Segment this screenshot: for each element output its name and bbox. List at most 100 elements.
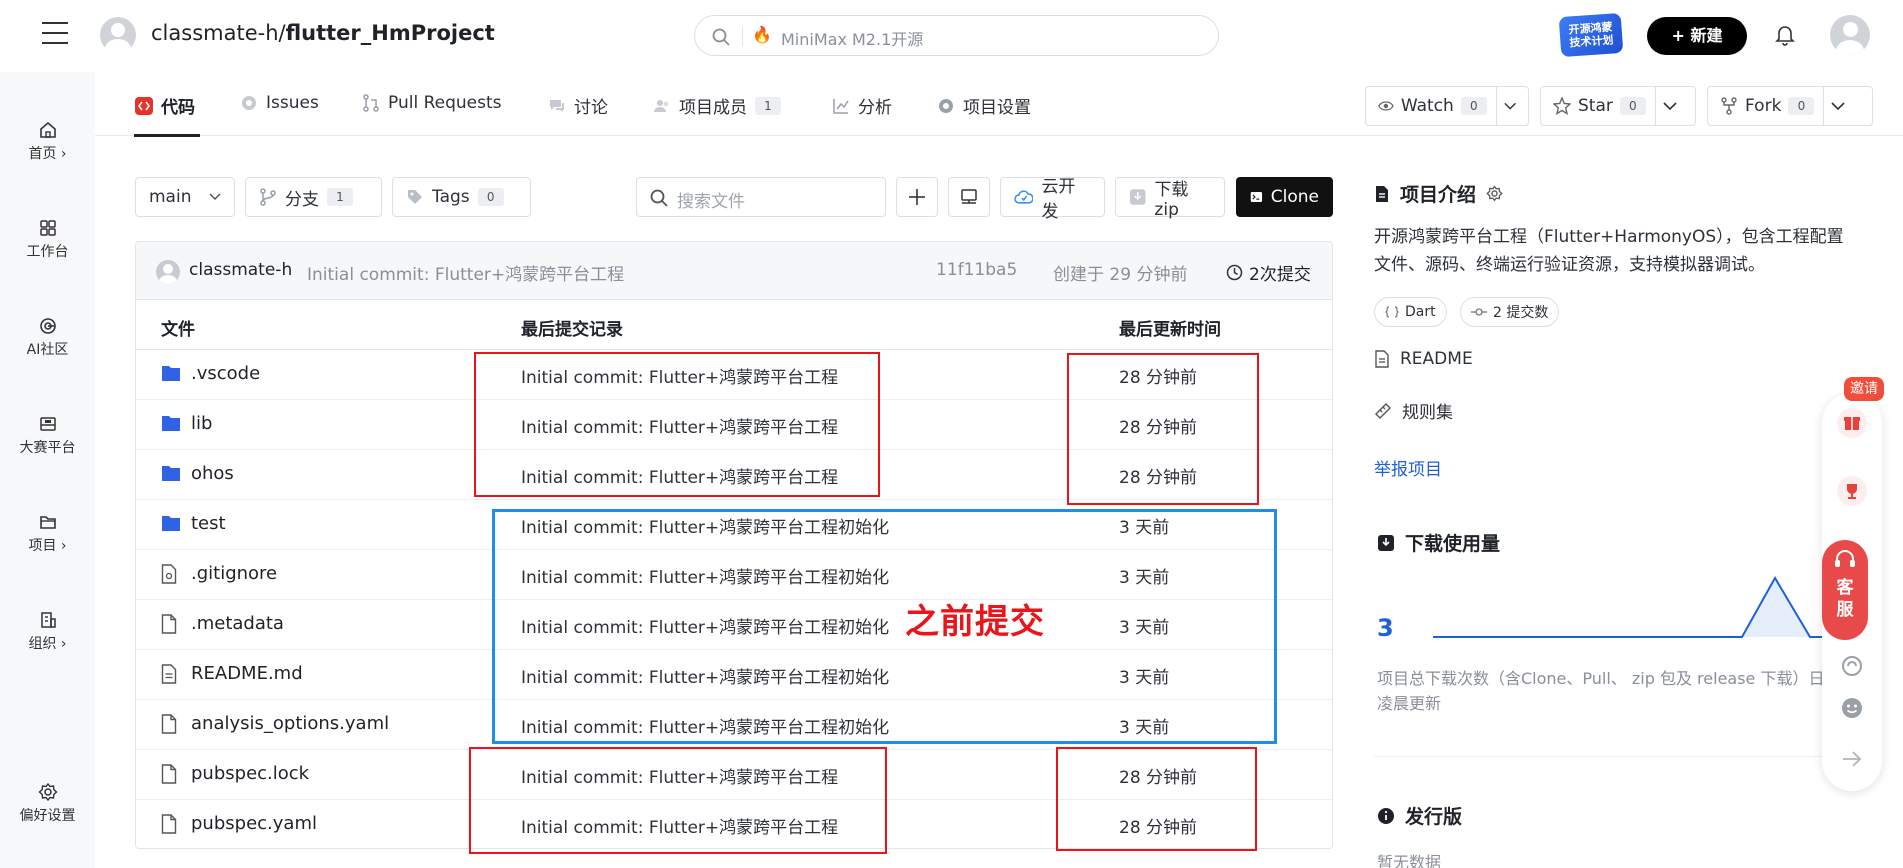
customer-service-button[interactable]: 客服 [1822, 540, 1868, 640]
rules-link[interactable]: 规则集 [1374, 398, 1453, 423]
gear-icon [37, 782, 58, 802]
tab-members[interactable]: 项目成员 1 [653, 93, 781, 118]
chevron-down-icon[interactable] [1831, 101, 1845, 111]
commit-author-avatar[interactable] [156, 260, 180, 284]
intro-title-text: 项目介绍 [1400, 184, 1477, 206]
active-tab-underline [134, 134, 200, 137]
language-chip-label: Dart [1405, 304, 1436, 320]
annotation-red-box-commits-bottom [469, 747, 887, 854]
fork-button[interactable]: Fork 0 [1707, 86, 1873, 126]
tags-count: 0 [477, 188, 504, 206]
tab-settings-label: 项目设置 [963, 98, 1031, 118]
readme-link[interactable]: README [1374, 349, 1473, 369]
file-name[interactable]: lib [191, 413, 212, 434]
language-chip[interactable]: Dart [1374, 297, 1447, 327]
watch-label: Watch [1400, 96, 1454, 116]
col-time: 最后更新时间 [1119, 320, 1221, 340]
folder-icon [162, 366, 180, 381]
rail-item-contest[interactable]: 大赛平台 [0, 414, 95, 457]
commit-icon [1471, 308, 1487, 316]
commits-chip-label: 2 提交数 [1493, 305, 1549, 321]
trophy-icon-button[interactable] [1834, 473, 1870, 509]
download-zip-label: 下载zip [1154, 179, 1189, 220]
plus-icon [909, 189, 925, 205]
file-name[interactable]: ohos [191, 463, 234, 484]
rail-item-org[interactable]: 组织 › [0, 610, 95, 653]
tab-pull-requests[interactable]: Pull Requests [362, 93, 502, 113]
intro-title: 项目介绍 [1374, 180, 1503, 207]
file-name[interactable]: .metadata [191, 613, 284, 634]
gear-icon[interactable] [1486, 185, 1503, 202]
latest-commit-bar: classmate-h Initial commit: Flutter+鸿蒙跨平… [136, 242, 1332, 300]
fork-divider [1823, 86, 1825, 126]
file-name[interactable]: test [191, 513, 226, 534]
commit-author[interactable]: classmate-h [189, 260, 292, 280]
file-name[interactable]: .gitignore [191, 563, 277, 584]
star-icon [1553, 97, 1571, 115]
folder-icon [162, 416, 180, 431]
smiley-icon [1842, 698, 1862, 718]
tab-code[interactable]: 代码 [135, 93, 195, 118]
file-name[interactable]: pubspec.yaml [191, 813, 317, 834]
commit-message[interactable]: Initial commit: Flutter+鸿蒙跨平台工程 [307, 260, 624, 285]
web-ide-button[interactable] [948, 177, 990, 217]
branches-button[interactable]: 分支 1 [245, 177, 382, 217]
rail-item-home[interactable]: 首页 › [0, 120, 95, 163]
chevron-down-icon[interactable] [1663, 101, 1677, 111]
repo-name[interactable]: flutter_HmProject [286, 21, 495, 45]
file-name[interactable]: pubspec.lock [191, 763, 309, 784]
rail-item-settings[interactable]: 偏好设置 [0, 782, 95, 825]
user-avatar[interactable] [1830, 15, 1870, 55]
global-search[interactable]: 🔥 MiniMax M2.1开源 [694, 15, 1219, 56]
repo-owner[interactable]: classmate-h/ [151, 21, 286, 45]
file-name[interactable]: .vscode [191, 363, 260, 384]
tab-issues[interactable]: Issues [240, 93, 319, 113]
members-count: 1 [755, 96, 781, 115]
invite-badge[interactable]: 邀请 [1844, 377, 1884, 401]
tab-discuss[interactable]: 讨论 [548, 93, 608, 118]
file-search-input[interactable]: 搜索文件 [636, 177, 886, 217]
star-button[interactable]: Star 0 [1540, 86, 1696, 126]
downloads-note: 项目总下载次数（含Clone、Pull、 zip 包及 release 下载）日… [1377, 669, 1825, 713]
new-button[interactable]: + 新建 [1647, 17, 1747, 55]
refresh-icon-button[interactable] [1834, 648, 1870, 684]
rail-item-projects[interactable]: 项目 › [0, 512, 95, 555]
cloud-dev-button[interactable]: 云开发 [1000, 177, 1105, 222]
report-link[interactable]: 举报项目 [1374, 455, 1442, 480]
file-name[interactable]: analysis_options.yaml [191, 713, 389, 734]
rail-item-workspace[interactable]: 工作台 [0, 218, 95, 261]
commit-count-link[interactable]: 2次提交 [1226, 260, 1311, 285]
tab-analysis[interactable]: 分析 [832, 93, 892, 118]
commits-chip[interactable]: 2 提交数 [1460, 297, 1560, 327]
file-name[interactable]: README.md [191, 663, 303, 684]
branch-select[interactable]: main [135, 177, 235, 217]
rail-label-settings: 偏好设置 [19, 808, 76, 824]
gift-icon-button[interactable] [1834, 405, 1870, 441]
clone-button[interactable]: Clone [1236, 177, 1333, 217]
file-type-icon [161, 814, 177, 839]
rail-item-ai[interactable]: AI社区 [0, 316, 95, 359]
branch-icon [260, 188, 276, 206]
fire-icon: 🔥 [752, 25, 772, 44]
chevron-down-icon[interactable] [1504, 101, 1516, 111]
tab-analysis-label: 分析 [858, 98, 892, 118]
top-header: classmate-h/flutter_HmProject 🔥 MiniMax … [0, 0, 1903, 72]
star-divider [1654, 86, 1656, 126]
table-header: 文件 最后提交记录 最后更新时间 [136, 300, 1332, 350]
watch-button[interactable]: Watch 0 [1365, 86, 1529, 126]
bell-icon[interactable] [1775, 24, 1795, 46]
folder-icon [162, 466, 180, 481]
panel-divider [1374, 756, 1844, 757]
file-icon [161, 714, 177, 734]
add-file-button[interactable] [896, 177, 938, 217]
menu-icon[interactable] [42, 22, 68, 46]
tags-button[interactable]: Tags 0 [392, 177, 531, 217]
repo-title[interactable]: classmate-h/flutter_HmProject [151, 21, 495, 45]
promo-logo[interactable]: 开源鸿蒙 技术计划 [1558, 12, 1624, 58]
download-zip-button[interactable]: 下载zip [1115, 177, 1225, 220]
owner-avatar[interactable] [100, 17, 136, 53]
tab-settings[interactable]: 项目设置 [937, 93, 1031, 118]
collapse-icon-button[interactable] [1834, 741, 1870, 777]
feedback-icon-button[interactable] [1834, 690, 1870, 726]
commit-hash[interactable]: 11f11ba5 [936, 260, 1017, 280]
